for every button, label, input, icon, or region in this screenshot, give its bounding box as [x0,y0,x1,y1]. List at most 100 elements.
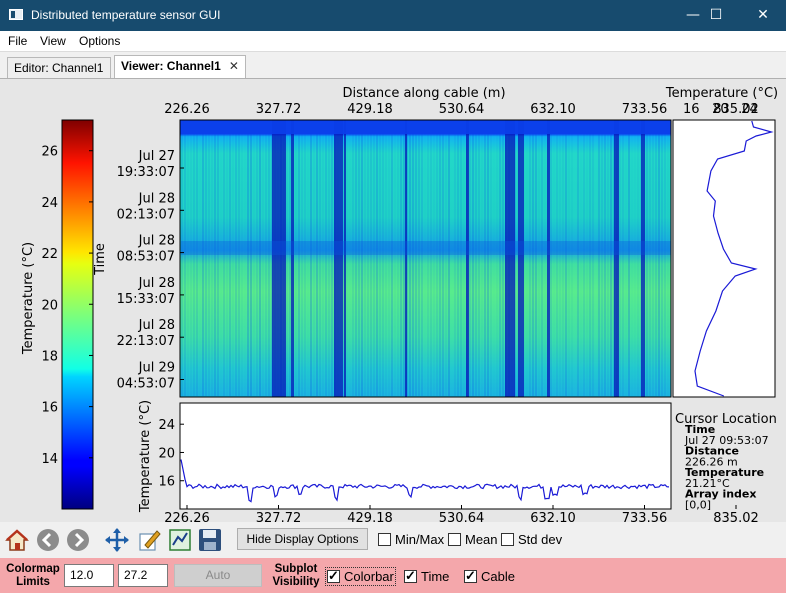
heatmap-stripe [385,133,387,396]
heatmap-y-tick-date: Jul 28 [138,234,175,249]
timeseries-y-tick-label: 16 [158,475,175,490]
heatmap-stripe [559,133,561,396]
heatmap-stripe [196,133,198,396]
heatmap-stripe [295,133,297,396]
tab-close-icon[interactable]: ✕ [229,59,239,73]
heatmap-stripe [364,133,366,396]
auto-button[interactable]: Auto [174,564,262,587]
mean-checkbox-box[interactable] [448,533,461,546]
forward-icon[interactable] [65,527,91,553]
heatmap-stripe [442,133,444,396]
heatmap-stripe [484,133,486,396]
heatmap-stripe [565,133,567,396]
heatmap-stripe [415,133,417,396]
heatmap-stripe [412,133,414,396]
figure-canvas: 26 24 22 20 18 16 14 Temperature (°C) Distance… [21,86,778,523]
heatmap-x-tick-label: 530.64 [439,102,485,117]
tab-viewer-channel1[interactable]: Viewer: Channel1 ✕ [114,55,246,79]
tab-editor-channel1[interactable]: Editor: Channel1 [7,57,111,79]
heatmap-stripe [247,133,249,396]
hide-display-options-button[interactable]: Hide Display Options [237,528,368,550]
heatmap-stripe [538,133,540,396]
time-checkbox-box[interactable] [404,568,417,584]
profile-plot[interactable] [672,119,776,398]
heatmap-stripe [331,133,333,396]
time-checkbox[interactable]: Time [404,568,449,584]
heatmap-stripe [289,133,291,396]
heatmap-stripe [628,133,630,396]
heatmap-stripe [625,133,627,396]
heatmap-stripe [646,133,648,396]
save-icon[interactable] [197,527,223,553]
heatmap-stripe [658,133,660,396]
heatmap-stripe [637,133,639,396]
heatmap-stripe [493,133,495,396]
maximize-button[interactable]: ☐ [693,0,739,31]
colorbar-label: Temperature (°C) [21,242,36,355]
timeseries-plot[interactable] [179,402,672,510]
heatmap-stripe [325,133,327,396]
heatmap-y-tick-time: 02:13:07 [117,207,175,222]
colorbar-checkbox[interactable]: Colorbar [325,567,396,586]
colorbar-checkbox-box[interactable] [327,568,340,584]
heatmap-cold-band [344,120,346,397]
heatmap-stripe [268,133,270,396]
heatmap-stripe [553,133,555,396]
home-icon[interactable] [4,527,30,553]
cable-checkbox[interactable]: Cable [464,568,515,584]
heatmap-stripe [424,133,426,396]
menu-options[interactable]: Options [79,34,120,48]
heatmap-y-tick-time: 04:53:07 [117,377,175,392]
colorbar-tick-label: 26 [41,145,58,160]
colorbar-tick-label: 22 [41,247,58,262]
heatmap-stripe [592,133,594,396]
menu-file[interactable]: File [8,34,27,48]
pan-icon[interactable] [104,527,130,553]
plot-area: 26 24 22 20 18 16 14 Temperature (°C) Distance… [0,78,786,523]
heatmap-cold-band [466,120,469,397]
heatmap-stripe [352,133,354,396]
heatmap-stripe [499,133,501,396]
heatmap-stripe [235,133,237,396]
heatmap-stripe [445,133,447,396]
mean-checkbox[interactable]: Mean [448,532,498,547]
minmax-checkbox-box[interactable] [378,533,391,546]
heatmap-cold-band [641,120,645,397]
heatmap-stripe [379,133,381,396]
cable-checkbox-box[interactable] [464,568,477,584]
stddev-checkbox-box[interactable] [501,533,514,546]
cursor-field-value: [0,0] [685,499,711,512]
heatmap-stripe [316,133,318,396]
heatmap-stripe [373,133,375,396]
colormap-min-input[interactable]: 12.0 [64,564,114,587]
heatmap-stripe [226,133,228,396]
edit-icon[interactable] [137,527,163,553]
heatmap-x-tick-label: 429.18 [347,102,393,117]
colormap-max-input[interactable]: 27.2 [118,564,168,587]
colorbar-tick-label: 14 [41,452,58,467]
heatmap-stripe [550,133,552,396]
minmax-checkbox[interactable]: Min/Max [378,532,444,547]
heatmap-y-tick-date: Jul 28 [138,191,175,206]
colorbar-tick-label: 20 [41,298,58,313]
heatmap-stripe [529,133,531,396]
colorbar-tick-label: 18 [41,349,58,364]
close-button[interactable]: ✕ [740,0,786,31]
heatmap-stripe [400,133,402,396]
menu-view[interactable]: View [40,34,66,48]
heatmap-y-label: Time [93,243,108,276]
heatmap-stripe [532,133,534,396]
heatmap-stripe [319,133,321,396]
heatmap-stripe [382,133,384,396]
tab-bar: Editor: Channel1 Viewer: Channel1 ✕ [0,51,786,79]
heatmap-stripe [301,133,303,396]
heatmap-stripe [583,133,585,396]
heatmap-stripe [568,133,570,396]
back-icon[interactable] [35,527,61,553]
stddev-checkbox[interactable]: Std dev [501,532,562,547]
configure-subplots-icon[interactable] [167,527,193,553]
tab-label: Viewer: Channel1 [121,59,221,73]
window-title: Distributed temperature sensor GUI [31,8,221,22]
profile-x-tick-label: 20 [712,102,729,117]
heatmap-stripe [355,133,357,396]
